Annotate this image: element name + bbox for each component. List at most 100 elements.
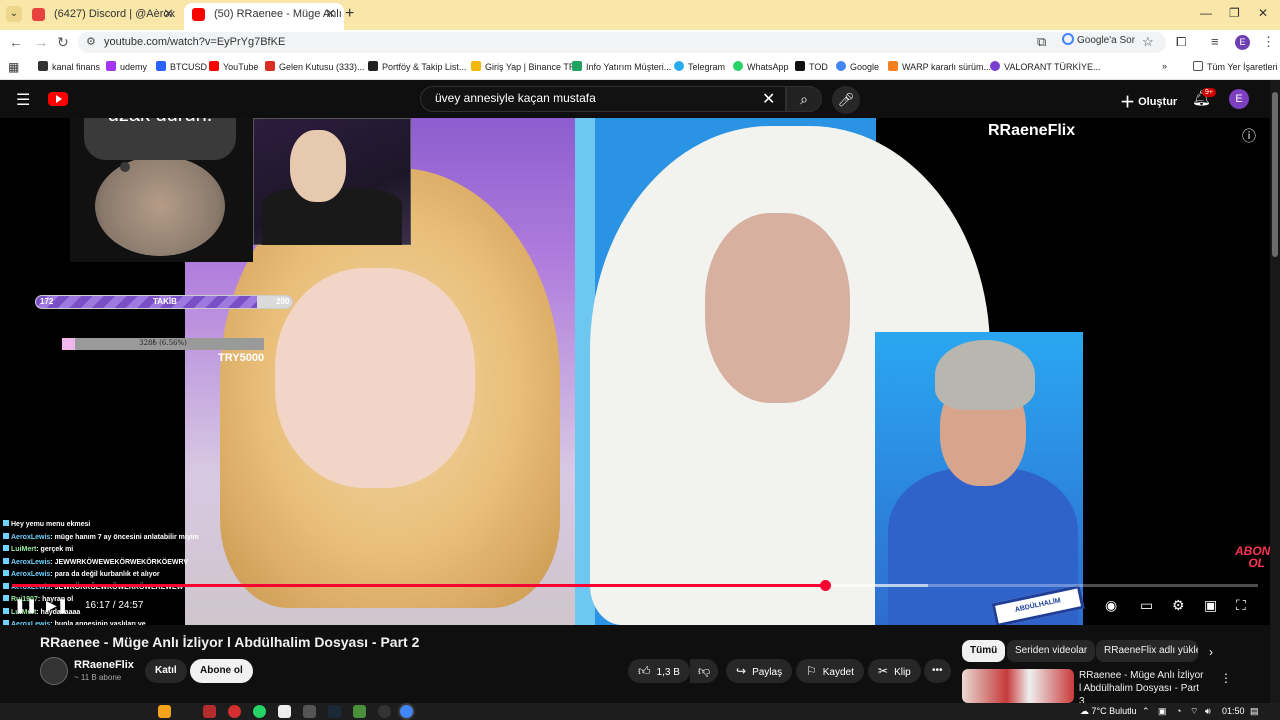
clip-button[interactable]: ✂ Klip <box>868 659 921 683</box>
site-info-icon[interactable]: ⚙ <box>86 35 96 48</box>
subscribe-button[interactable]: Abone ol <box>190 659 253 683</box>
autoplay-toggle-icon[interactable]: ◉ <box>1105 597 1117 614</box>
page-scrollbar-thumb[interactable] <box>1272 92 1278 257</box>
bookmark-item[interactable]: TOD <box>795 61 828 72</box>
bookmark-item[interactable]: Giriş Yap | Binance TR <box>471 61 575 72</box>
hamburger-menu-icon[interactable]: ☰ <box>16 90 30 110</box>
chat-username: AeroxLewis <box>11 571 51 578</box>
next-icon[interactable]: ▶❚ <box>46 597 69 614</box>
notifications-icon[interactable]: ▤ <box>1250 706 1259 717</box>
save-button[interactable]: ⚐ Kaydet <box>796 659 864 683</box>
share-button[interactable]: ↪ Paylaş <box>726 659 793 683</box>
taskbar-app-icon[interactable] <box>158 705 171 718</box>
bookmark-item[interactable]: BTCUSD <box>156 61 207 72</box>
like-button[interactable]: 👍︎ 1,3 B <box>628 659 690 683</box>
join-button[interactable]: Katıl <box>145 659 187 683</box>
pause-icon[interactable]: ❚❚ <box>14 597 37 614</box>
wifi-icon[interactable]: ⌔ <box>1190 706 1198 717</box>
more-vertical-icon[interactable]: ⋮ <box>1220 671 1232 685</box>
bookmark-item[interactable]: WARP kararlı sürüm... <box>888 61 991 72</box>
steam-icon[interactable] <box>328 705 341 718</box>
channel-name[interactable]: RRaeneFlix <box>74 659 134 671</box>
channel-avatar[interactable] <box>40 657 68 685</box>
more-horizontal-icon: ••• <box>932 665 943 676</box>
all-bookmarks-folder[interactable]: Tüm Yer İşaretleri <box>1193 61 1278 72</box>
reload-icon[interactable]: ↻ <box>57 34 69 51</box>
bookmark-item[interactable]: Portföy & Takip List... <box>368 61 466 72</box>
install-app-icon[interactable]: ⧉ <box>1037 34 1046 50</box>
whatsapp-icon[interactable] <box>253 705 266 718</box>
chat-badge-icon <box>3 545 9 551</box>
address-bar[interactable]: ⚙ youtube.com/watch?v=EyPrYg7BfKE <box>78 32 1166 53</box>
chip-series[interactable]: Seriden videolar <box>1007 640 1096 662</box>
apps-icon[interactable]: ▦ <box>8 60 19 74</box>
clear-search-icon[interactable]: ✕ <box>762 89 775 109</box>
youtube-logo-icon[interactable] <box>48 92 68 106</box>
tab-search-dropdown-icon[interactable]: ⌄ <box>6 6 22 22</box>
minimize-icon[interactable]: — <box>1200 6 1212 20</box>
chrome-icon[interactable] <box>400 705 413 718</box>
chat-badge-icon <box>3 607 9 614</box>
taskbar-app-icon[interactable] <box>228 705 241 718</box>
new-tab-icon[interactable]: + <box>345 5 354 23</box>
menu-icon[interactable]: ⋮ <box>1262 34 1275 50</box>
bookmark-star-icon[interactable]: ☆ <box>1142 34 1154 50</box>
bookmark-item[interactable]: Gelen Kutusu (333)... <box>265 61 365 72</box>
chat-badge-icon <box>3 570 9 576</box>
search-input[interactable] <box>435 91 755 105</box>
tray-chevron-icon[interactable]: ⌃ <box>1142 706 1150 717</box>
clock[interactable]: 01:50 <box>1222 706 1245 716</box>
theater-mode-icon[interactable]: ▣ <box>1204 597 1217 614</box>
dislike-button[interactable]: 👎︎ <box>690 659 719 683</box>
recommended-thumbnail[interactable] <box>962 669 1074 703</box>
taskbar-app-icon[interactable] <box>203 705 216 718</box>
taskbar-app-icon[interactable] <box>378 705 391 718</box>
create-button[interactable]: ＋ Oluştur <box>1120 91 1177 112</box>
fullscreen-icon[interactable]: ⛶ <box>1236 597 1246 614</box>
subtitles-icon[interactable]: ▭ <box>1140 597 1153 614</box>
volume-icon[interactable]: 🔊︎ <box>1205 706 1211 717</box>
back-icon[interactable]: ← <box>9 34 23 50</box>
close-tab-icon[interactable]: ✕ <box>163 3 174 25</box>
more-actions-button[interactable]: ••• <box>924 659 951 683</box>
tab-youtube[interactable]: (50) RRaenee - Müge Anlı İz ✕ <box>184 3 344 30</box>
taskbar-app-icon[interactable] <box>303 705 316 718</box>
search-button[interactable]: ⌕ <box>786 86 822 112</box>
taskbar-app-icon[interactable] <box>353 705 366 718</box>
video-player[interactable]: ABDÜLHALİM RRaeneFlix ⓘ Çorumluyuz amk u… <box>0 118 1270 625</box>
media-control-icon[interactable]: ≡ <box>1211 34 1219 49</box>
cloud-icon: ☁ <box>1080 706 1089 716</box>
bookmark-item[interactable]: VALORANT TÜRKİYE... <box>990 61 1101 72</box>
progress-scrubber[interactable] <box>819 580 831 591</box>
google-sor-button[interactable]: Google'a Sor <box>1062 33 1135 46</box>
tray-app-icon[interactable]: ▣ <box>1158 706 1167 717</box>
close-window-icon[interactable]: ✕ <box>1258 6 1268 20</box>
search-box[interactable] <box>420 86 786 112</box>
tab-discord[interactable]: (6427) Discord | @Aèrox ✕ <box>24 3 182 30</box>
weather-widget[interactable]: ☁ 7°C Bulutlu <box>1080 706 1137 717</box>
taskbar-app-icon[interactable] <box>278 705 291 718</box>
bookmark-item[interactable]: Google <box>836 61 879 72</box>
bookmark-item[interactable]: YouTube <box>209 61 258 72</box>
profile-avatar[interactable]: E <box>1235 35 1250 50</box>
info-icon[interactable]: ⓘ <box>1242 126 1256 146</box>
tab-title: (6427) Discord | @Aèrox <box>54 8 176 20</box>
restore-icon[interactable]: ❐ <box>1229 6 1240 20</box>
bookmark-item[interactable]: Telegram <box>674 61 725 72</box>
extensions-icon[interactable]: ⧠ <box>1176 34 1186 50</box>
close-tab-icon[interactable]: ✕ <box>325 3 336 25</box>
more-bookmarks-icon[interactable]: » <box>1162 61 1167 71</box>
bookmark-item[interactable]: kanal finans <box>38 61 100 72</box>
account-avatar[interactable]: E <box>1229 89 1249 109</box>
video-guest-face <box>705 213 850 403</box>
bookmark-item[interactable]: Info Yatırım Müşteri... <box>572 61 671 72</box>
settings-gear-icon[interactable]: ⚙ <box>1172 597 1185 614</box>
forward-icon[interactable]: → <box>34 34 48 50</box>
network-icon[interactable]: ◔ <box>1176 706 1181 716</box>
chip-all[interactable]: Tümü <box>962 640 1006 662</box>
bookmark-item[interactable]: WhatsApp <box>733 61 789 72</box>
microphone-icon[interactable]: 🎤︎ <box>832 86 860 114</box>
chevron-right-icon[interactable]: › <box>1209 645 1213 659</box>
chip-channel-uploads[interactable]: RRaeneFlix adlı yükle <box>1096 640 1198 662</box>
bookmark-item[interactable]: udemy <box>106 61 147 72</box>
